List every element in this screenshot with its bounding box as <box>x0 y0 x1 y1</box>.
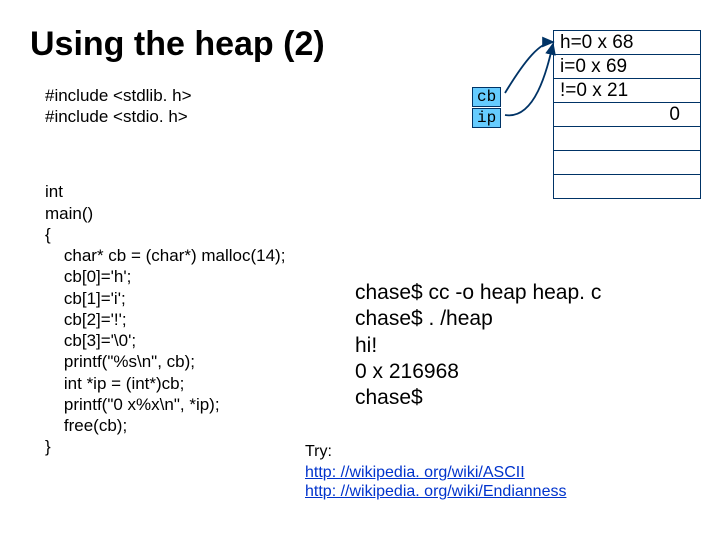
pointer-label-cb: cb <box>472 87 501 107</box>
code-line: cb[2]='!'; <box>45 310 127 329</box>
code-line: #include <stdio. h> <box>45 106 192 127</box>
terminal-line: chase$ <box>355 385 601 411</box>
link-ascii[interactable]: http: //wikipedia. org/wiki/ASCII <box>305 463 566 482</box>
slide: Using the heap (2) #include <stdlib. h> … <box>0 0 720 540</box>
code-line: } <box>45 437 51 456</box>
memory-table: h=0 x 68 i=0 x 69 !=0 x 21 0 <box>553 30 701 199</box>
try-label: Try: <box>305 443 332 461</box>
code-line: cb[0]='h'; <box>45 267 131 286</box>
code-line: { <box>45 225 51 244</box>
memory-cell <box>554 175 701 199</box>
code-line: cb[3]='\0'; <box>45 331 136 350</box>
code-line: int <box>45 182 63 201</box>
code-line: int *ip = (int*)cb; <box>45 374 184 393</box>
code-line: char* cb = (char*) malloc(14); <box>45 246 285 265</box>
slide-title: Using the heap (2) <box>30 25 325 64</box>
terminal-line: chase$ cc -o heap heap. c <box>355 280 601 306</box>
memory-cell <box>554 127 701 151</box>
terminal-line: chase$ . /heap <box>355 306 601 332</box>
include-block: #include <stdlib. h> #include <stdio. h> <box>45 85 192 128</box>
memory-cell: i=0 x 69 <box>554 55 701 79</box>
memory-cell <box>554 151 701 175</box>
code-line: printf("0 x%x\n", *ip); <box>45 395 220 414</box>
code-block: int main() { char* cb = (char*) malloc(1… <box>45 160 285 458</box>
memory-cell: h=0 x 68 <box>554 31 701 55</box>
code-line: main() <box>45 204 93 223</box>
code-line: free(cb); <box>45 416 127 435</box>
terminal-line: hi! <box>355 333 601 359</box>
link-endianness[interactable]: http: //wikipedia. org/wiki/Endianness <box>305 482 566 501</box>
code-line: printf("%s\n", cb); <box>45 352 195 371</box>
memory-cell: !=0 x 21 <box>554 79 701 103</box>
code-line: cb[1]='i'; <box>45 289 126 308</box>
reference-links: http: //wikipedia. org/wiki/ASCII http: … <box>305 463 566 501</box>
code-line: #include <stdlib. h> <box>45 85 192 106</box>
memory-cell: 0 <box>554 103 701 127</box>
pointer-label-ip: ip <box>472 108 501 128</box>
terminal-output: chase$ cc -o heap heap. c chase$ . /heap… <box>355 280 601 411</box>
terminal-line: 0 x 216968 <box>355 359 601 385</box>
